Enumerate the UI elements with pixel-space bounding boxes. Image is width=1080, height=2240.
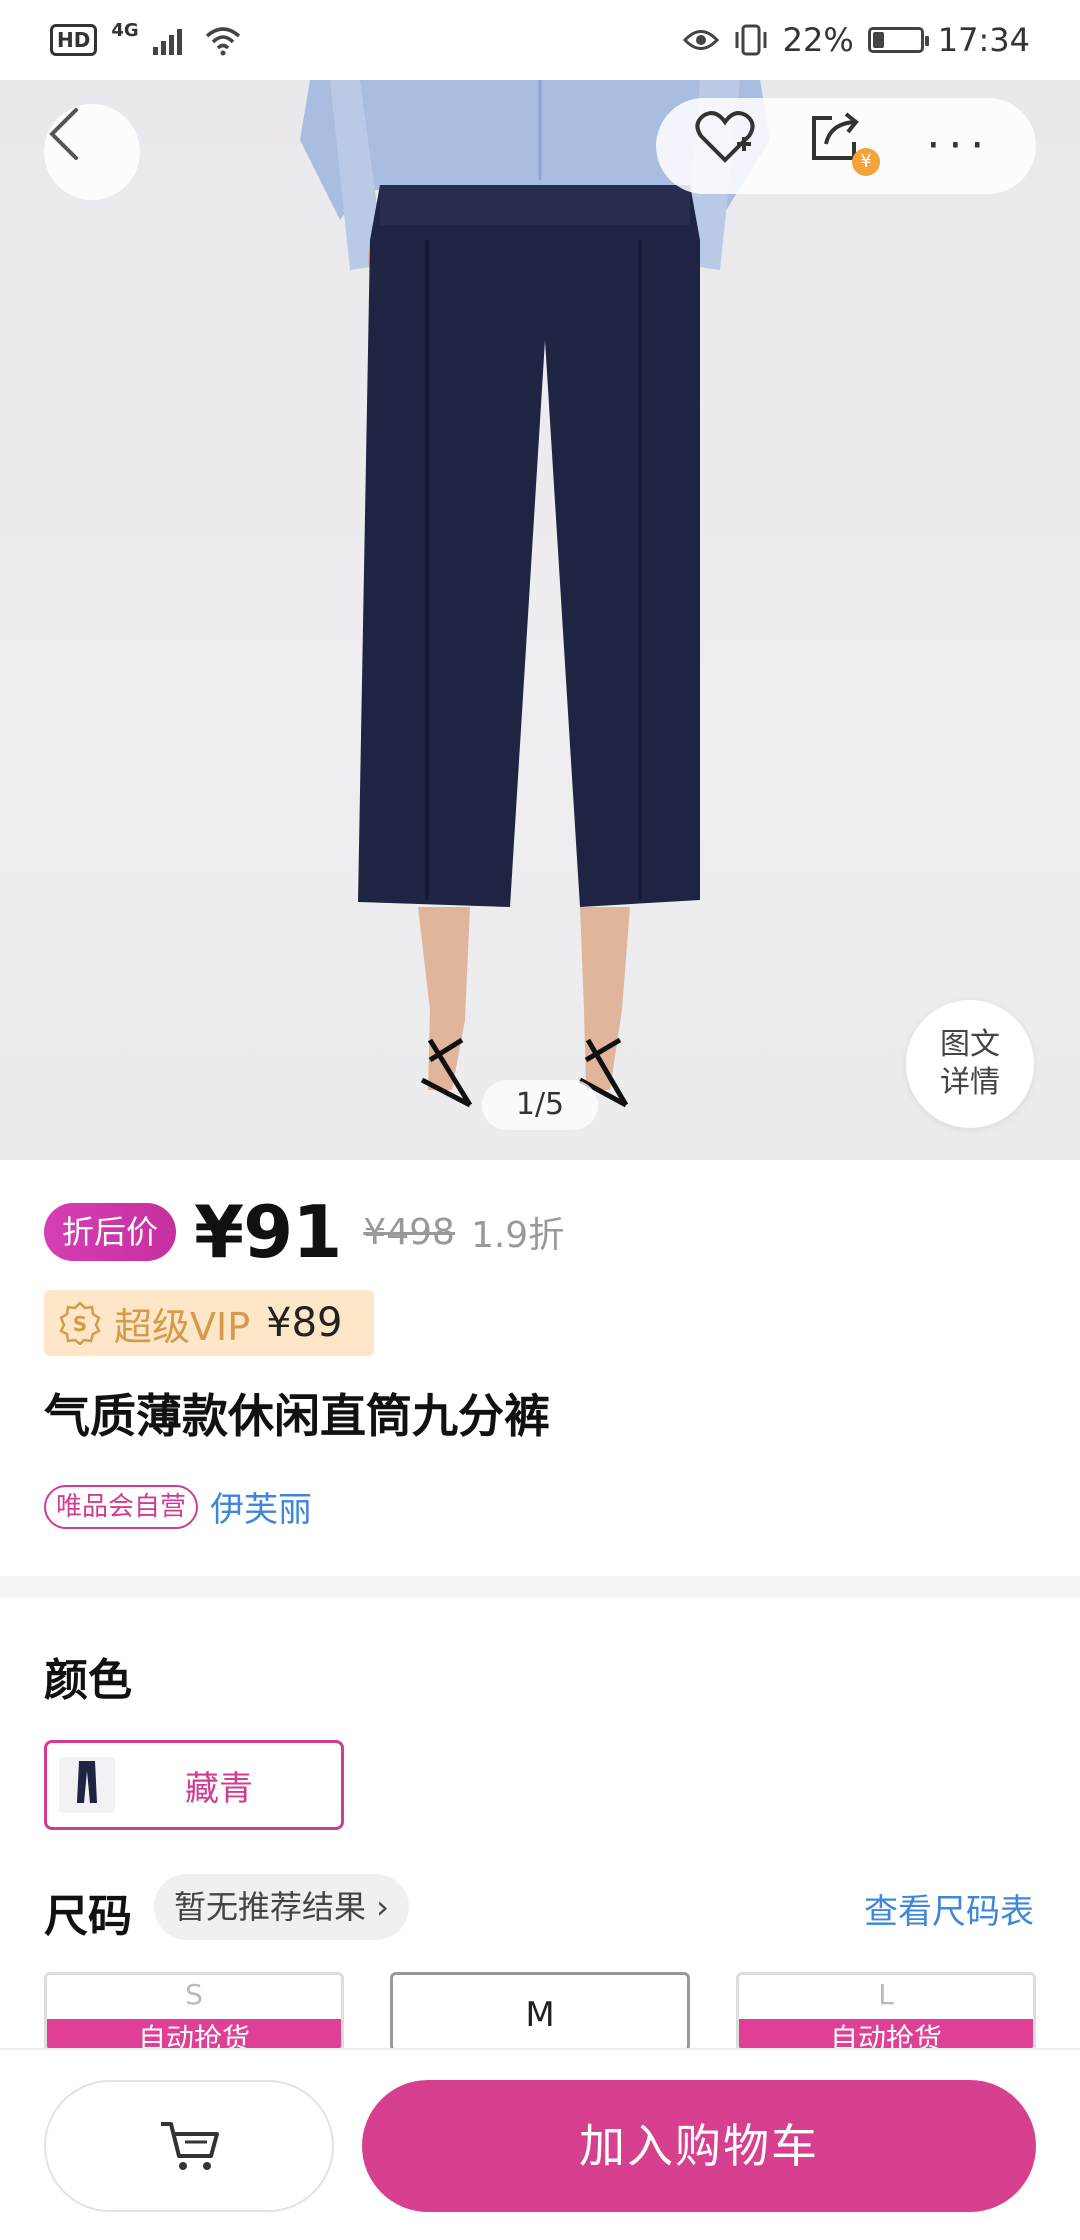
details-line-1: 图文 (940, 1027, 1000, 1062)
vip-badge-icon: S (59, 1301, 101, 1345)
svg-text:S: S (73, 1312, 87, 1336)
battery-icon (867, 27, 929, 53)
cart-button[interactable] (44, 2080, 334, 2212)
back-arrow-icon (49, 108, 78, 160)
details-line-2: 详情 (940, 1065, 1000, 1100)
brand-row: 唯品会自营 伊芙丽 (44, 1482, 312, 1531)
brand-link[interactable]: 伊芙丽 (210, 1482, 312, 1531)
vip-price: ¥89 (266, 1300, 343, 1346)
super-vip-price[interactable]: S 超级VIP ¥89 (44, 1290, 374, 1356)
status-bar: HD 4G 22% 17:34 (0, 0, 1080, 80)
current-price: ¥91 (194, 1190, 342, 1274)
size-option-s[interactable]: S 自动抢货 (44, 1972, 344, 2052)
favorite-button[interactable] (693, 106, 773, 186)
color-thumbnail (59, 1757, 115, 1813)
product-info: 折后价 ¥91 ¥498 1.9折 S 超级VIP ¥89 气质薄款休闲直筒九分… (0, 1160, 1080, 1580)
price-row: 折后价 ¥91 ¥498 1.9折 (44, 1190, 564, 1274)
vibrate-icon (735, 24, 767, 56)
size-option-l[interactable]: L 自动抢货 (736, 1972, 1036, 2052)
bottom-action-bar: 加入购物车 (0, 2048, 1080, 2240)
more-dots-icon: ··· (926, 120, 993, 171)
cart-icon (161, 2122, 219, 2170)
top-actions: ¥ ··· (656, 98, 1036, 194)
hd-badge: HD (50, 24, 98, 56)
page-indicator: 1/5 (482, 1080, 598, 1130)
self-operated-tag: 唯品会自营 (44, 1484, 199, 1529)
size-recommendation[interactable]: 暂无推荐结果 › (154, 1874, 409, 1940)
color-option-selected[interactable]: 藏青 (44, 1740, 344, 1830)
original-price: ¥498 (363, 1211, 455, 1253)
color-name: 藏青 (185, 1768, 253, 1809)
size-name: L (878, 1978, 894, 2011)
size-label: 尺码 (44, 1891, 132, 1942)
battery-percent: 22% (782, 21, 854, 59)
product-image-gallery[interactable]: ¥ ··· 1/5 图文 详情 (0, 80, 1080, 1160)
size-name: S (185, 1978, 203, 2011)
discount-rate: 1.9折 (470, 1215, 565, 1256)
clock: 17:34 (937, 21, 1030, 59)
eye-icon (682, 30, 719, 50)
discount-price-tag: 折后价 (44, 1203, 177, 1261)
more-button[interactable]: ··· (919, 106, 999, 186)
vip-label: 超级VIP (114, 1304, 251, 1349)
back-button[interactable] (44, 104, 140, 200)
product-title: 气质薄款休闲直筒九分裤 (44, 1389, 550, 1443)
image-text-details-button[interactable]: 图文 详情 (906, 1000, 1034, 1128)
share-button[interactable]: ¥ (806, 106, 886, 186)
coupon-yen-badge: ¥ (851, 148, 880, 176)
wifi-icon (205, 27, 240, 56)
color-label: 颜色 (44, 1655, 132, 1706)
size-option-m[interactable]: M (390, 1972, 690, 2052)
signal-icon (152, 29, 182, 55)
size-name: M (525, 1995, 555, 2035)
product-photo (300, 80, 770, 1108)
section-divider (0, 1576, 1080, 1598)
favorite-heart-plus-icon (695, 111, 755, 163)
size-chart-link[interactable]: 查看尺码表 (864, 1884, 1034, 1933)
add-to-cart-button[interactable]: 加入购物车 (362, 2080, 1036, 2212)
network-type: 4G (111, 19, 139, 41)
